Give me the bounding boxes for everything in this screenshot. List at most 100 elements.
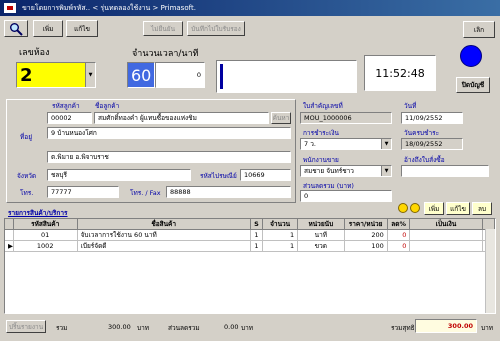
cancel-button[interactable]: ไม่ยืนยัน bbox=[143, 21, 183, 36]
item-qty-cell[interactable]: 1 bbox=[262, 240, 299, 252]
yellow-dot-icon bbox=[398, 203, 408, 213]
edit-button[interactable]: แก้ไข bbox=[66, 20, 98, 37]
column-header[interactable]: จำนวน bbox=[262, 219, 299, 230]
address-line2-field[interactable]: ต.พิมาย อ.พิจาบราช bbox=[47, 151, 291, 163]
current-row-arrow-icon[interactable]: ▶ bbox=[5, 240, 14, 252]
customer-code-field[interactable]: 00002 bbox=[47, 112, 92, 124]
usage-progress bbox=[216, 60, 357, 93]
discount-total-value: 0.00 bbox=[224, 323, 239, 331]
item-unit-cell[interactable]: นาที bbox=[297, 229, 345, 241]
salesman-value: สมชาย จันทร์ชาว bbox=[304, 167, 354, 175]
room-value: 2 bbox=[20, 64, 33, 86]
ref-label: อ้างถึงใบสั่งซื้อ bbox=[404, 156, 445, 164]
row-selector[interactable] bbox=[5, 229, 14, 241]
date-field[interactable]: 11/09/2552 bbox=[401, 112, 463, 124]
customer-name-field[interactable]: สมศักดิ์ทองคำ ผู้แทนซื้อของแห่งชิม bbox=[94, 112, 269, 124]
room-label: เลขห้อง bbox=[19, 48, 50, 58]
exit-button[interactable]: เลิก bbox=[463, 21, 495, 38]
column-header[interactable]: เป็นเงิน bbox=[409, 219, 483, 230]
item-qty-cell[interactable]: 1 bbox=[262, 229, 299, 241]
ref-field[interactable] bbox=[401, 165, 489, 177]
item-add-button[interactable]: เพิ่ม bbox=[424, 202, 444, 215]
item-discount-cell[interactable]: 0 bbox=[387, 229, 411, 241]
fax-label: โทร. / Fax bbox=[130, 189, 161, 197]
total-unit: บาท bbox=[137, 324, 150, 332]
extra-minutes-field[interactable]: 0 bbox=[155, 62, 205, 88]
customer-search-button[interactable]: ค้นหา bbox=[271, 112, 291, 124]
item-edit-button[interactable]: แก้ไข bbox=[446, 202, 470, 215]
item-delete-button[interactable]: ลบ bbox=[472, 202, 492, 215]
column-header[interactable]: ราคา/หน่วย bbox=[344, 219, 388, 230]
print-report-button[interactable]: ปริ้นรายงาน bbox=[6, 320, 46, 333]
title-bar: ขายโดยการพิมพ์รหัส.. < รุ่นทดลองใช้งาน >… bbox=[0, 0, 500, 16]
yellow-dot-icon bbox=[410, 203, 420, 213]
net-total-value: 300.00 bbox=[415, 319, 477, 333]
chevron-down-icon[interactable]: ▼ bbox=[85, 63, 95, 87]
due-date-label: วันครบชำระ bbox=[404, 129, 440, 137]
payment-value: 7 ว. bbox=[304, 140, 316, 148]
table-row[interactable]: ▶ 1002 เบียร์จัดดี 1 1 ขวด 100 0 100.00 bbox=[5, 240, 495, 252]
items-title: รายการสินค้า/บริการ bbox=[8, 209, 68, 217]
column-header[interactable]: S bbox=[250, 219, 264, 230]
column-header[interactable]: หน่วยนับ bbox=[297, 219, 345, 230]
search-button[interactable] bbox=[4, 20, 28, 37]
payment-label: การชำระเงิน bbox=[303, 129, 339, 137]
item-s-cell[interactable]: 1 bbox=[250, 229, 264, 241]
magnifier-icon bbox=[10, 22, 23, 36]
window-title: ขายโดยการพิมพ์รหัส.. < รุ่นทดลองใช้งาน >… bbox=[22, 4, 196, 12]
checkout-button[interactable]: ปิดบัญชี bbox=[456, 77, 490, 93]
column-header[interactable]: รหัสสินค้า bbox=[13, 219, 78, 230]
item-s-cell[interactable]: 1 bbox=[250, 240, 264, 252]
discount-total-unit: บาท bbox=[241, 324, 254, 332]
total-label: รวม bbox=[56, 324, 68, 332]
customer-code-label: รหัสลูกค้า bbox=[52, 102, 80, 110]
phone-label: โทร. bbox=[20, 189, 34, 197]
item-code-cell[interactable]: 01 bbox=[13, 229, 78, 241]
status-indicator-icon bbox=[460, 45, 482, 67]
save-button[interactable]: บันทึกไปใบรับรอง bbox=[187, 21, 245, 36]
postcode-field[interactable]: 10669 bbox=[240, 169, 291, 181]
fax-field[interactable]: 88888 bbox=[166, 186, 291, 198]
item-amount-cell: 200.00 bbox=[409, 229, 483, 241]
usage-label: จำนวนเวลา/นาที bbox=[132, 49, 199, 59]
item-price-cell[interactable]: 200 bbox=[344, 229, 388, 241]
items-grid[interactable]: รหัสสินค้า ชื่อสินค้า S จำนวน หน่วยนับ ร… bbox=[4, 218, 496, 314]
item-name-cell[interactable]: เบียร์จัดดี bbox=[77, 240, 251, 252]
clock-display: 11:52:48 bbox=[364, 55, 436, 91]
item-price-cell[interactable]: 100 bbox=[344, 240, 388, 252]
net-total-unit: บาท bbox=[481, 324, 494, 332]
column-header[interactable]: ชื่อสินค้า bbox=[77, 219, 251, 230]
payment-select[interactable]: 7 ว. ▼ bbox=[300, 138, 392, 150]
scrollbar-corner bbox=[482, 219, 495, 230]
net-total-label: รวมสุทธิ bbox=[391, 324, 415, 332]
item-unit-cell[interactable]: ขวด bbox=[297, 240, 345, 252]
items-table: รหัสสินค้า ชื่อสินค้า S จำนวน หน่วยนับ ร… bbox=[5, 219, 495, 252]
room-select[interactable]: 2 ▼ bbox=[16, 62, 96, 88]
row-selector-header bbox=[5, 219, 14, 230]
salesman-label: พนักงานขาย bbox=[303, 156, 339, 164]
column-header[interactable]: ลด% bbox=[387, 219, 411, 230]
item-name-cell[interactable]: จับเวลาการใช้งาน 60 นาที bbox=[77, 229, 251, 241]
usage-progress-bar bbox=[220, 64, 223, 89]
item-discount-cell[interactable]: 0 bbox=[387, 240, 411, 252]
postcode-label: รหัสไปรษณีย์ bbox=[200, 172, 237, 180]
item-amount-cell: 100.00 bbox=[409, 240, 483, 252]
chevron-down-icon[interactable]: ▼ bbox=[381, 139, 391, 149]
add-button[interactable]: เพิ่ม bbox=[33, 20, 63, 37]
item-code-cell[interactable]: 1002 bbox=[13, 240, 78, 252]
vertical-scrollbar[interactable] bbox=[485, 229, 495, 313]
salesman-select[interactable]: สมชาย จันทร์ชาว ▼ bbox=[300, 165, 392, 177]
discount-field[interactable]: 0 bbox=[300, 190, 392, 202]
contract-field: MOU_1000006 bbox=[300, 112, 392, 124]
app-icon bbox=[3, 2, 17, 14]
address-label: ที่อยู่ bbox=[20, 133, 32, 141]
total-value: 300.00 bbox=[108, 323, 131, 331]
province-field[interactable]: ชลบุรี bbox=[47, 169, 191, 181]
phone-field[interactable]: 77777 bbox=[47, 186, 119, 198]
contract-label: ใบสำคัญเลขที่ bbox=[303, 102, 343, 110]
customer-name-label: ชื่อลูกค้า bbox=[95, 102, 120, 110]
address-line1-field[interactable]: 9 บ้านหนองโศก bbox=[47, 127, 291, 139]
table-row[interactable]: 01 จับเวลาการใช้งาน 60 นาที 1 1 นาที 200… bbox=[5, 229, 495, 241]
chevron-down-icon[interactable]: ▼ bbox=[381, 166, 391, 176]
minutes-field[interactable]: 60 bbox=[127, 62, 155, 88]
